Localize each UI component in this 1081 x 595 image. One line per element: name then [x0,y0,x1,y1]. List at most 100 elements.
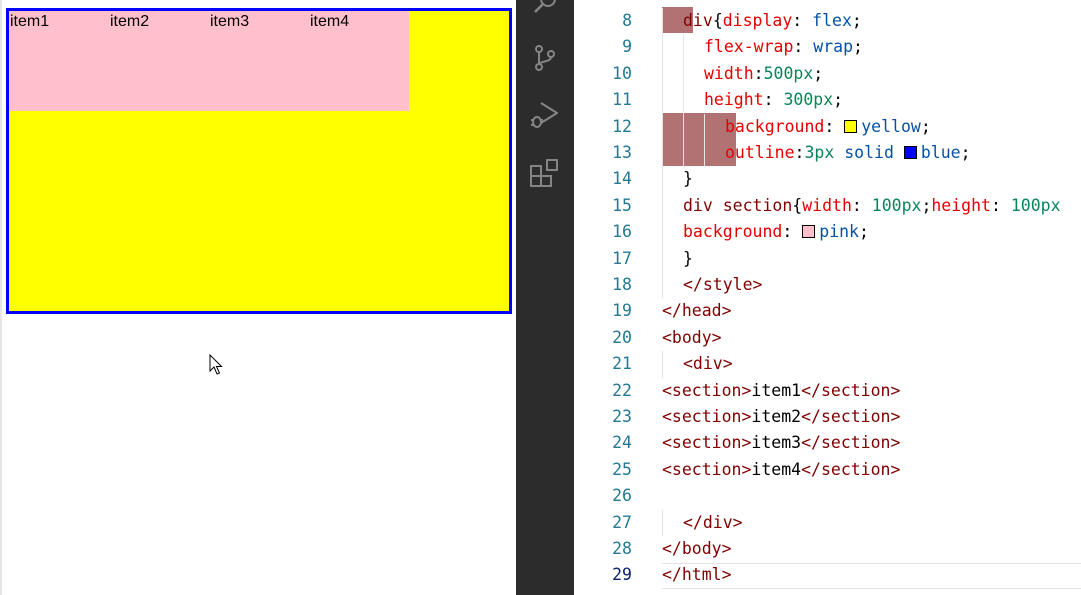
run-debug-icon[interactable] [529,98,561,130]
line-number: 11 [612,90,632,110]
code-line: <div> [683,351,733,377]
source-control-icon[interactable] [529,42,561,74]
code-token: </body> [662,539,732,558]
code-text-area[interactable]: div{display: flex; flex-wrap: wrap; width:… [662,0,1081,595]
code-token: } [683,248,693,268]
flex-item: item3 [209,11,309,111]
code-token: 300px [783,90,834,110]
code-line: </body> [662,536,732,562]
code-line: </style> [683,272,762,298]
code-line: <section>item4</section> [662,457,900,483]
code-token: height [704,90,764,110]
code-token: item1 [751,380,802,400]
code-token: : [793,37,814,57]
code-token: ; [833,90,844,110]
line-number: 28 [612,539,632,558]
code-token: ; [921,195,932,215]
code-token: div section [683,195,793,215]
code-token: <body> [662,327,722,347]
code-token: ; [851,11,862,30]
indent-guide [683,34,684,61]
indent-guide [662,87,663,114]
code-token: 3px [804,143,835,162]
line-number: 19 [612,301,632,321]
indent-guide [704,140,705,167]
code-line: </head> [662,298,732,324]
code-token: 100px [871,195,922,215]
code-token: </head> [662,301,732,321]
code-token: 100px [1010,195,1061,215]
code-token: flex-wrap [704,37,794,57]
code-token: </section> [801,380,901,400]
line-number: 15 [612,195,632,215]
code-token: flex [812,11,852,30]
browser-preview: item1 item2 item3 item4 [0,0,516,595]
code-token: blue [920,143,961,162]
line-number: 12 [612,116,632,136]
code-token: ; [813,63,824,83]
line-number: 17 [612,248,632,268]
line-number-gutter: 8 9 10 11 12 13 14 15 16 17 18 19 20 21 22 23 24 25 26 27 28… [574,0,634,595]
code-token: : [990,195,1011,215]
code-token: <div> [683,354,733,374]
code-line: flex-wrap: wrap; [704,34,863,60]
code-token: : [792,11,813,30]
flex-item: item2 [109,11,209,111]
code-token: : [851,195,872,215]
indent-guide [704,113,705,140]
line-number: 14 [612,169,632,189]
code-token: : [782,222,803,242]
color-swatch-icon[interactable] [802,225,816,239]
code-token: </section> [801,459,901,479]
indent-guide [662,272,663,299]
code-editor[interactable]: 8 9 10 11 12 13 14 15 16 17 18 19 20 21 22 23 24 25 26 27 28… [574,0,1081,595]
code-line: background: yellow; [725,114,931,140]
preview-border [0,0,2,595]
code-token: wrap [813,37,854,57]
indent-guide [662,140,663,167]
color-swatch-icon[interactable] [903,146,917,159]
code-token: item4 [751,459,802,479]
code-line: </div> [683,510,743,536]
line-number: 27 [612,512,632,532]
code-token: solid [844,143,894,162]
indent-guide [662,192,663,220]
flex-item: item4 [309,11,409,111]
code-token: </div> [683,512,743,532]
line-number: 13 [612,143,632,162]
extensions-icon[interactable] [529,158,561,190]
indent-guide [662,8,663,35]
search-icon[interactable] [529,0,561,18]
code-line: div{display: flex; [683,8,862,34]
indent-guide [662,34,663,61]
code-token: </html> [662,565,732,585]
line-number: 24 [612,433,632,453]
line-number: 23 [612,407,632,426]
code-line: outline:3px solid blue; [725,140,971,166]
line-number: 8 [622,11,632,30]
code-token: display [722,11,793,30]
flex-item: item1 [9,11,109,111]
line-number: 20 [612,327,632,347]
indent-guide [662,60,663,88]
indent-guide [683,60,684,88]
indent-guide [662,245,663,272]
code-line: } [683,166,693,192]
code-token: ; [920,116,931,136]
line-number: 9 [622,37,632,57]
code-token: } [683,169,693,189]
code-line: <section>item3</section> [662,430,900,456]
code-token: ; [960,143,971,162]
code-token: 500px [763,63,814,83]
code-line: } [683,246,693,272]
indent-guide [662,351,663,378]
code-token: outline [725,143,795,162]
code-line: div section{width: 100px;height: 100px [683,193,1061,219]
line-number: 21 [612,354,632,374]
line-number: 16 [612,222,632,242]
line-number: 10 [612,63,632,83]
color-swatch-icon[interactable] [844,119,858,133]
code-token: </section> [801,433,901,453]
code-token: : [794,143,805,162]
